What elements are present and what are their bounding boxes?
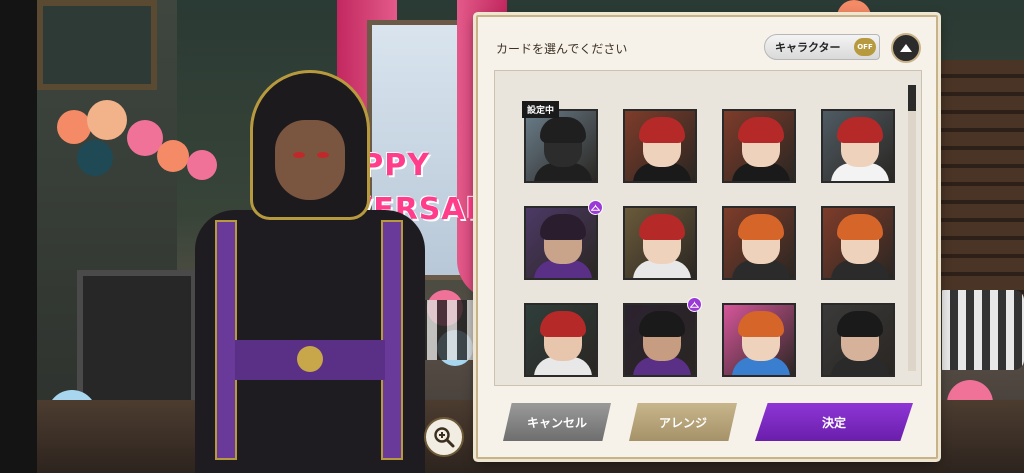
striped-sofa (934, 290, 1024, 370)
left-edge-bar (0, 0, 37, 473)
card-thumbnail[interactable] (821, 303, 895, 377)
card-thumbnail[interactable] (722, 303, 796, 377)
card-thumbnail[interactable] (722, 109, 796, 183)
card-thumbnail[interactable] (623, 109, 697, 183)
card-art-hair (837, 214, 883, 240)
arrange-button[interactable]: アレンジ (629, 403, 737, 441)
card-select-dialog: カードを選んでください キャラクター OFF 設定中 キャンセル アレンジ 決定 (476, 15, 938, 459)
card-art-hair (738, 311, 784, 337)
card-art-hair (738, 117, 784, 143)
card-art-hair (540, 214, 586, 240)
card-art-hair (639, 311, 685, 337)
card-art-hair (540, 117, 586, 143)
outfit-badge (588, 200, 603, 215)
card-art-hair (639, 214, 685, 240)
cancel-button[interactable]: キャンセル (503, 403, 611, 441)
card-art-hair (738, 214, 784, 240)
chevron-up-icon (900, 44, 912, 52)
staircase (934, 60, 1024, 320)
card-art-hair (540, 311, 586, 337)
card-art-hair (639, 117, 685, 143)
character-filter-toggle[interactable]: キャラクター OFF (764, 34, 880, 60)
equipped-badge: 設定中 (522, 101, 560, 118)
dialog-title: カードを選んでください (496, 42, 628, 56)
card-thumbnail[interactable] (623, 206, 697, 280)
character-brooch (297, 346, 323, 372)
card-grid: 設定中 (494, 70, 922, 386)
scrollbar-thumb[interactable] (908, 85, 916, 111)
hanger-icon (591, 204, 600, 211)
card-thumbnail[interactable] (524, 206, 598, 280)
outfit-badge (687, 297, 702, 312)
card-art-hair (837, 311, 883, 337)
card-thumbnail[interactable] (524, 303, 598, 377)
card-thumbnail[interactable] (524, 109, 598, 183)
toggle-state: OFF (854, 38, 876, 56)
collapse-button[interactable] (891, 33, 921, 63)
painting-frame (37, 0, 157, 90)
card-thumbnail[interactable] (722, 206, 796, 280)
card-art-hair (837, 117, 883, 143)
card-thumbnail[interactable] (821, 109, 895, 183)
robe-trim-left (215, 220, 237, 460)
hanger-icon (690, 301, 699, 308)
balloon (87, 100, 127, 140)
character-eye (317, 152, 329, 158)
card-thumbnail[interactable] (821, 206, 895, 280)
card-thumbnail[interactable] (623, 303, 697, 377)
character-portrait (155, 70, 455, 473)
zoom-in-icon (434, 427, 455, 448)
character-filter-label: キャラクター (775, 41, 841, 54)
zoom-in-button[interactable] (424, 417, 464, 457)
scrollbar-track[interactable] (908, 85, 916, 371)
balloon (57, 110, 91, 144)
character-face (275, 120, 345, 200)
balloon (77, 140, 113, 176)
confirm-button[interactable]: 決定 (755, 403, 913, 441)
character-eye (293, 152, 305, 158)
